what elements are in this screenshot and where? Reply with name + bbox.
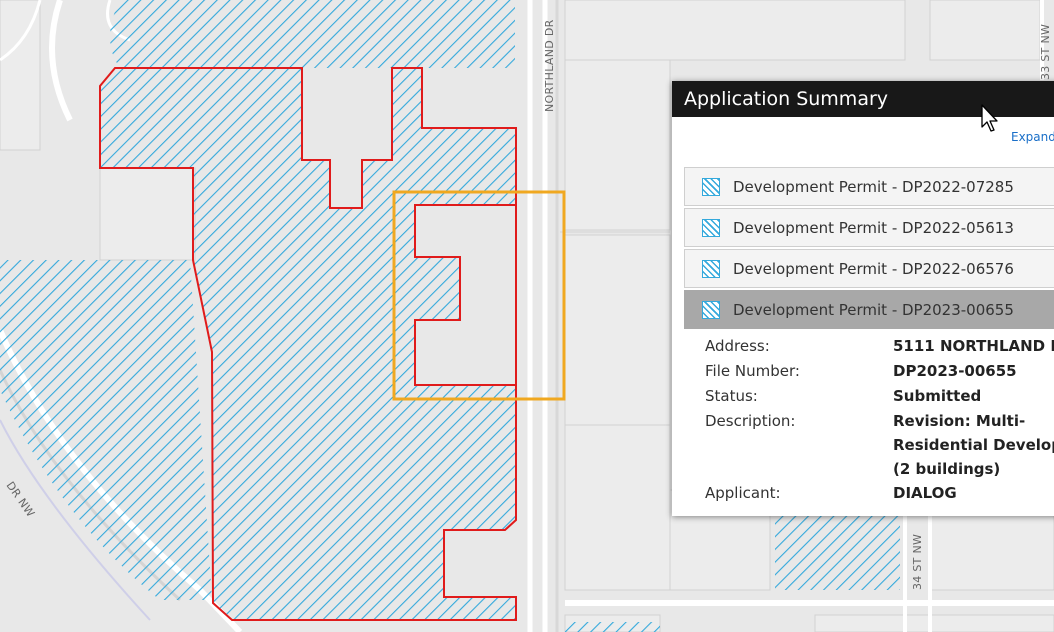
permit-row[interactable]: Development Permit - DP2022-06576 <box>684 249 1054 288</box>
status-label: Status: <box>705 387 758 405</box>
address-label: Address: <box>705 337 770 355</box>
permit-label: Development Permit - DP2023-00655 <box>733 300 1014 319</box>
permit-label: Development Permit - DP2022-07285 <box>733 177 1014 196</box>
description-line-1: Revision: Multi- <box>893 412 1026 430</box>
permit-label: Development Permit - DP2022-06576 <box>733 259 1014 278</box>
road-label-northland: NORTHLAND DR <box>543 19 556 112</box>
hatch-swatch-icon <box>702 218 720 237</box>
permit-label: Development Permit - DP2022-05613 <box>733 218 1014 237</box>
application-summary-panel: Application Summary Expand Development P… <box>672 81 1054 516</box>
description-label: Description: <box>705 412 796 430</box>
permit-row[interactable]: Development Permit - DP2022-07285 <box>684 167 1054 206</box>
permit-list: Development Permit - DP2022-07285 Develo… <box>684 167 1054 331</box>
file-number-label: File Number: <box>705 362 800 380</box>
hatch-swatch-icon <box>702 177 720 196</box>
road-label-33-st: 33 ST NW <box>1039 24 1052 80</box>
mouse-pointer-icon <box>981 104 998 132</box>
address-value: 5111 NORTHLAND DR NW <box>893 337 1054 355</box>
description-line-2: Residential Development <box>893 436 1054 454</box>
description-line-3: (2 buildings) <box>893 460 1001 478</box>
applicant-value: DIALOG <box>893 484 957 502</box>
permit-row[interactable]: Development Permit - DP2022-05613 <box>684 208 1054 247</box>
hatch-swatch-icon <box>702 259 720 278</box>
status-value: Submitted <box>893 387 982 405</box>
hatch-swatch-icon <box>702 300 720 319</box>
applicant-label: Applicant: <box>705 484 781 502</box>
road-label-34-st: 34 ST NW <box>911 534 924 590</box>
permit-row-selected[interactable]: Development Permit - DP2023-00655 <box>684 290 1054 329</box>
expand-link[interactable]: Expand <box>1011 130 1054 144</box>
file-number-value: DP2023-00655 <box>893 362 1017 380</box>
